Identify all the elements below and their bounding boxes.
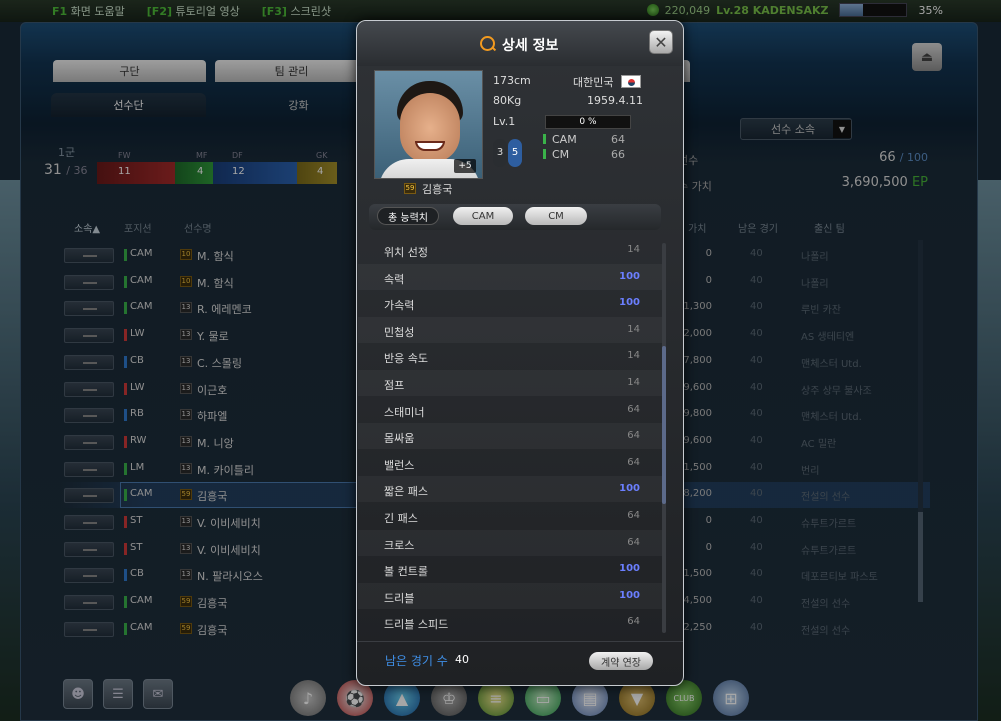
attribute-list[interactable]: 위치 선정 14 속력 100 가속력 100 민첩성 14 반응 속도 14 점프 14 스태미너 64…: [358, 237, 662, 635]
attribute-tabs: 총 능력치 CAM CM: [369, 204, 661, 230]
attribute-name: 스태미너: [384, 405, 425, 419]
attribute-row: 민첩성 14: [358, 316, 662, 343]
attribute-value: 64: [627, 510, 640, 521]
attribute-name: 짧은 패스: [384, 485, 428, 499]
player-nation: 대한민국: [573, 76, 614, 89]
attribute-value: 100: [619, 483, 640, 495]
attribute-value: 64: [627, 403, 640, 415]
attribute-row: 속력 100: [358, 263, 662, 290]
attribute-name: 드리블 스피드: [384, 618, 449, 632]
attribute-value: 64: [627, 616, 640, 628]
attribute-name: 점프: [384, 379, 405, 392]
player-photo: +5: [374, 70, 483, 179]
attribute-row: 드리블 스피드 64: [358, 609, 662, 635]
modal-title: 상세 정보: [502, 38, 559, 54]
attribute-row: 몸싸움 64: [358, 423, 662, 450]
attribute-name: 반응 속도: [384, 352, 428, 366]
attribute-value: 100: [619, 270, 640, 282]
attribute-row: 볼 컨트롤 100: [358, 556, 662, 582]
attribute-name: 가속력: [384, 299, 415, 313]
attribute-name: 드리블: [384, 591, 415, 605]
player-name: 김흥국: [422, 183, 453, 196]
position-cam-rating: 64: [611, 133, 625, 146]
upgrade-level-badge: +5: [454, 159, 476, 173]
close-button[interactable]: ✕: [649, 30, 673, 54]
tab-cm[interactable]: CM: [525, 207, 587, 225]
extend-contract-button[interactable]: 계약 연장: [589, 652, 653, 670]
position-cm: CM: [543, 148, 569, 161]
remaining-games-label: 남은 경기 수: [385, 654, 448, 668]
level-progress-bar: 0 %: [545, 115, 631, 129]
attribute-row: 위치 선정 14: [358, 237, 662, 263]
player-weight: 80Kg: [493, 94, 522, 107]
attribute-row: 긴 패스 64: [358, 503, 662, 529]
weak-foot-value: 3: [493, 139, 507, 167]
player-level: Lv.1: [493, 115, 516, 128]
player-height: 173cm: [493, 74, 531, 87]
attribute-name: 위치 선정: [384, 246, 428, 259]
search-icon: [480, 36, 495, 51]
tab-cam[interactable]: CAM: [453, 207, 513, 225]
position-cm-rating: 66: [611, 148, 625, 161]
attribute-value: 64: [627, 536, 640, 548]
player-birth: 1959.4.11: [587, 94, 643, 107]
modal-footer: 남은 경기 수 40 계약 연장: [357, 641, 683, 685]
attribute-row: 반응 속도 14: [358, 343, 662, 369]
attribute-value: 14: [627, 244, 640, 255]
attribute-value: 100: [619, 589, 640, 601]
attribute-row: 크로스 64: [358, 529, 662, 556]
attribute-name: 속력: [384, 272, 405, 286]
season-badge: 59: [404, 183, 416, 194]
attribute-row: 밸런스 64: [358, 450, 662, 476]
attribute-value: 64: [627, 456, 640, 468]
attribute-value: 14: [627, 377, 640, 388]
skill-moves: 3 5: [493, 139, 525, 169]
attribute-row: 짧은 패스 100: [358, 476, 662, 503]
attribute-value: 64: [627, 430, 640, 442]
attribute-name: 몸싸움: [384, 432, 415, 446]
attribute-value: 100: [619, 297, 640, 309]
attribute-name: 볼 컨트롤: [384, 565, 428, 579]
attribute-row: 스태미너 64: [358, 397, 662, 423]
position-cam: CAM: [543, 133, 577, 146]
attribute-name: 긴 패스: [384, 512, 418, 525]
tab-total-attributes[interactable]: 총 능력치: [377, 207, 439, 225]
skill-move-value: 5: [508, 139, 522, 167]
close-icon: ✕: [654, 32, 668, 52]
attribute-name: 밸런스: [384, 458, 415, 472]
attribute-name: 민첩성: [384, 325, 415, 339]
attribute-value: 14: [627, 323, 640, 335]
attribute-scroll-thumb[interactable]: [662, 346, 666, 504]
attribute-value: 100: [619, 563, 640, 575]
attribute-row: 점프 14: [358, 370, 662, 396]
korea-flag-icon: [621, 75, 641, 88]
attribute-name: 크로스: [384, 538, 415, 552]
remaining-games-value: 40: [455, 653, 469, 666]
attribute-value: 14: [627, 350, 640, 362]
attribute-row: 가속력 100: [358, 290, 662, 316]
attribute-row: 드리블 100: [358, 582, 662, 609]
player-detail-modal: 상세 정보 ✕ +5 59 김흥국 173cm 80Kg Lv.1 대한민국 1…: [356, 20, 684, 686]
